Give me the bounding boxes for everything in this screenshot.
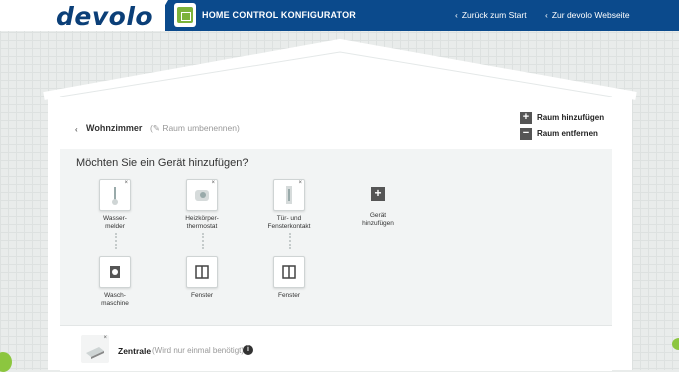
device-door-contact[interactable]: × Tür- und Fensterkontakt bbox=[259, 179, 319, 231]
back-to-start-link[interactable]: ‹ Zurück zum Start bbox=[455, 10, 527, 20]
info-icon[interactable]: i bbox=[243, 345, 253, 355]
remove-device-icon[interactable]: × bbox=[124, 180, 128, 186]
device-washing-machine[interactable]: Wasch- maschine bbox=[85, 256, 145, 308]
remove-device-icon[interactable]: × bbox=[103, 335, 107, 341]
rename-room-link[interactable]: (✎ Raum umbenennen) bbox=[150, 123, 240, 134]
devolo-website-link[interactable]: ‹ Zur devolo Webseite bbox=[545, 10, 630, 20]
window-icon bbox=[282, 265, 296, 279]
devolo-logo[interactable]: devolo bbox=[56, 2, 153, 31]
room-name: Wohnzimmer bbox=[86, 123, 143, 133]
add-device-button[interactable]: + Gerät hinzufügen bbox=[348, 187, 408, 228]
app-title: HOME CONTROL KONFIGURATOR bbox=[202, 10, 356, 20]
add-room-button[interactable]: + Raum hinzufügen bbox=[520, 112, 605, 126]
remove-device-icon[interactable]: × bbox=[211, 180, 215, 186]
connector bbox=[289, 233, 293, 249]
remove-device-icon[interactable]: × bbox=[298, 180, 302, 186]
device-thermostat[interactable]: × Heizkörper- thermostat bbox=[172, 179, 232, 231]
room-header: ‹ Wohnzimmer (✎ Raum umbenennen) + Raum … bbox=[60, 97, 612, 150]
washing-machine-icon bbox=[110, 266, 120, 278]
zentrale-row: × Zentrale (Wird nur einmal benötigt) i bbox=[60, 325, 612, 371]
chevron-left-icon: ‹ bbox=[545, 10, 548, 20]
remove-room-button[interactable]: − Raum entfernen bbox=[520, 128, 605, 142]
plus-icon: + bbox=[371, 187, 385, 201]
connector bbox=[115, 233, 119, 249]
window-icon bbox=[195, 265, 209, 279]
device-window[interactable]: Fenster bbox=[172, 256, 232, 300]
back-chevron-icon[interactable]: ‹ bbox=[75, 125, 78, 134]
device-window[interactable]: Fenster bbox=[259, 256, 319, 300]
zentrale-device-icon: × bbox=[81, 335, 109, 363]
leaf-decoration bbox=[672, 338, 679, 350]
device-water-sensor[interactable]: × Wasser- melder bbox=[85, 179, 145, 231]
connector bbox=[202, 233, 206, 249]
minus-icon: − bbox=[520, 128, 532, 140]
add-device-question: Möchten Sie ein Gerät hinzufügen? bbox=[76, 157, 249, 169]
plus-icon: + bbox=[520, 112, 532, 124]
devices-area: Möchten Sie ein Gerät hinzufügen? × Wass… bbox=[60, 149, 612, 325]
zentrale-note: (Wird nur einmal benötigt) bbox=[152, 346, 245, 355]
home-control-app-icon bbox=[174, 3, 196, 27]
zentrale-label: Zentrale bbox=[118, 346, 152, 356]
room-panel: ‹ Wohnzimmer (✎ Raum umbenennen) + Raum … bbox=[60, 97, 612, 371]
chevron-left-icon: ‹ bbox=[455, 10, 458, 20]
